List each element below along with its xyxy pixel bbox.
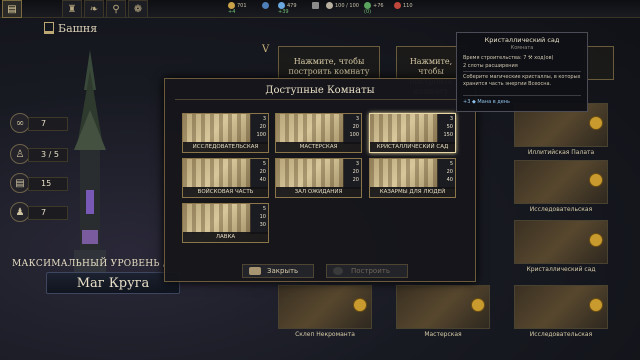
key-icon xyxy=(471,298,485,312)
key-icon xyxy=(589,298,603,312)
build-room-slot-1[interactable]: Нажмите, чтобы построить комнату xyxy=(278,46,380,80)
people-icon xyxy=(326,2,333,9)
gold-resource: 701 +4 xyxy=(228,2,247,15)
stat-scrolls: ▤ 15 xyxy=(10,173,68,193)
mana-crystal-icon: ◆ xyxy=(471,99,476,105)
stat-residents: ♙ 3 / 5 xyxy=(10,144,68,164)
room-description: Соберите магические кристаллы, в которых… xyxy=(463,74,581,87)
people-resource: 100 / 100 xyxy=(326,2,359,9)
close-button[interactable]: Закрыть xyxy=(242,264,314,278)
mana-crystal-icon xyxy=(278,2,285,9)
room-card-waiting-hall[interactable]: 3 20 20 Зал ожидания xyxy=(275,158,362,198)
build-button[interactable]: Построить xyxy=(326,264,408,278)
modal-title: Доступные Комнаты xyxy=(265,85,375,96)
room-necromancer-crypt[interactable]: Склеп Некроманта xyxy=(278,285,372,338)
rings-icon: ∞ xyxy=(10,113,30,133)
build-time: Время строительства: 7 ⚒ ход(ов) xyxy=(463,55,554,61)
keyboard-key-icon xyxy=(249,267,261,275)
chalice-icon[interactable]: ⚲ xyxy=(106,0,126,18)
divider xyxy=(175,99,465,100)
tower-title: Башня xyxy=(58,22,98,35)
gamepad-button-icon xyxy=(333,267,343,275)
hammer-icon: ⚒ xyxy=(528,55,533,61)
room-card-shop[interactable]: 5 10 30 Лавка xyxy=(182,203,269,243)
room-card-human-barracks[interactable]: 5 20 40 Казармы для людей xyxy=(369,158,456,198)
hammer-icon xyxy=(312,2,321,9)
stat-research: ∞ 7 xyxy=(10,113,68,133)
herb-resource: +76 (0) xyxy=(364,2,384,15)
heart-resource: 110 xyxy=(394,2,413,9)
heart-icon xyxy=(394,2,401,9)
build-room-slot-3[interactable] xyxy=(584,46,614,80)
mana-resource: 479 +39 xyxy=(278,2,297,15)
water-icon xyxy=(262,2,271,9)
tower-header-icon xyxy=(44,22,54,34)
scroll-icon: ▤ xyxy=(10,173,30,193)
effect-line: +3 ◆ Мана в день xyxy=(463,99,511,105)
max-level-label: МАКСИМАЛЬНЫЙ УРОВЕНЬ / xyxy=(12,259,167,269)
leaf-icon[interactable]: ❁ xyxy=(128,0,148,18)
herb-icon xyxy=(364,2,371,9)
available-rooms-modal: Доступные Комнаты 3 20 100 Исследователь… xyxy=(164,78,476,282)
room-tooltip: Кристаллический сад Комната Время строит… xyxy=(456,32,588,112)
room-card-crystal-garden[interactable]: 3 50 150 Кристаллический сад xyxy=(369,113,456,153)
key-icon xyxy=(589,116,603,130)
expansion-slots: 2 слоты расширения xyxy=(463,63,518,69)
tower-icon[interactable]: ♜ xyxy=(62,0,82,18)
stat-apprentices: ♟ 7 xyxy=(10,202,68,222)
room-card-research[interactable]: 3 20 100 Исследовательская xyxy=(182,113,269,153)
key-icon xyxy=(589,173,603,187)
room-workshop[interactable]: Мастерская xyxy=(396,285,490,338)
gold-icon xyxy=(228,2,235,9)
floor-marker: V xyxy=(262,44,270,55)
room-card-workshop[interactable]: 3 20 100 Мастерская xyxy=(275,113,362,153)
top-bar: ▤ ♜ ❧ ⚲ ❁ 701 +4 479 +39 100 / 100 +76 (… xyxy=(0,0,640,18)
people-icon: ♙ xyxy=(10,144,30,164)
room-crystal-garden[interactable]: Кристаллический сад xyxy=(514,220,608,273)
key-icon xyxy=(589,233,603,247)
book-icon[interactable]: ▤ xyxy=(2,0,22,18)
room-research[interactable]: Исследовательская xyxy=(514,160,608,213)
key-icon xyxy=(353,298,367,312)
rank-title: Маг Круга xyxy=(46,272,180,294)
tower-illustration xyxy=(74,50,106,280)
bird-icon[interactable]: ❧ xyxy=(84,0,104,18)
person-icon: ♟ xyxy=(10,202,30,222)
room-research-2[interactable]: Исследовательская xyxy=(514,285,608,338)
room-card-barracks-unit[interactable]: 5 20 40 Войсковая часть xyxy=(182,158,269,198)
